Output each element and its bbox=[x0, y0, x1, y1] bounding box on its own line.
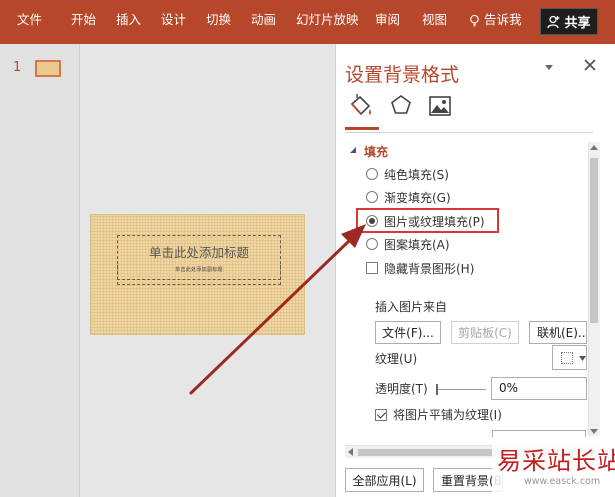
checkbox-label: 将图片平铺为纹理(I) bbox=[393, 408, 502, 422]
picture-icon[interactable] bbox=[429, 96, 451, 116]
fill-section-title[interactable]: 填充 bbox=[364, 143, 388, 160]
slider-thumb[interactable] bbox=[436, 384, 438, 395]
scroll-left-icon[interactable] bbox=[347, 448, 355, 456]
tab-view[interactable]: 视图 bbox=[422, 0, 447, 40]
scroll-down-icon[interactable] bbox=[590, 427, 598, 435]
scrollbar-thumb[interactable] bbox=[590, 158, 598, 323]
pane-divider bbox=[345, 132, 593, 133]
online-button[interactable]: 联机(E)... bbox=[529, 321, 587, 344]
pentagon-icon[interactable] bbox=[390, 94, 412, 116]
insert-picture-from-label: 插入图片来自 bbox=[375, 300, 448, 314]
tab-file[interactable]: 文件 bbox=[17, 0, 42, 40]
share-label: 共享 bbox=[564, 16, 591, 31]
apply-to-all-button[interactable]: 全部应用(L) bbox=[345, 468, 424, 492]
slide-editor: 单击此处添加标题 单击此处添加副标题 bbox=[81, 44, 334, 497]
tab-animations[interactable]: 动画 bbox=[251, 0, 276, 40]
radio-pattern-fill[interactable]: 图案填充(A) bbox=[366, 235, 450, 253]
tab-slideshow[interactable]: 幻灯片放映 bbox=[296, 0, 359, 40]
watermark-url: www.easck.com bbox=[524, 476, 601, 487]
lightbulb-icon bbox=[470, 14, 479, 26]
chevron-down-icon bbox=[579, 356, 586, 361]
watermark-text: 易采站长站 bbox=[497, 447, 615, 475]
subtitle-placeholder-text: 单击此处添加副标题 bbox=[175, 267, 223, 273]
file-button[interactable]: 文件(F)... bbox=[375, 321, 441, 344]
radio-button[interactable] bbox=[366, 191, 378, 203]
slide-thumbnail[interactable] bbox=[35, 60, 61, 77]
tab-review[interactable]: 审阅 bbox=[375, 0, 400, 40]
offset-input[interactable] bbox=[492, 430, 586, 437]
clipboard-button[interactable]: 剪贴板(C) bbox=[451, 321, 519, 344]
title-placeholder-text: 单击此处添加标题 bbox=[148, 245, 249, 260]
checkbox-label: 隐藏背景图形(H) bbox=[384, 261, 475, 276]
checkbox[interactable] bbox=[366, 262, 378, 274]
radio-gradient-fill[interactable]: 渐变填充(G) bbox=[366, 188, 451, 206]
tab-home[interactable]: 开始 bbox=[71, 0, 96, 40]
paint-bucket-icon[interactable] bbox=[348, 94, 374, 118]
transparency-label: 透明度(T) bbox=[375, 382, 428, 396]
slide-number: 1 bbox=[13, 60, 22, 75]
ribbon-bar: 文件 开始 插入 设计 切换 动画 幻灯片放映 审阅 视图 告诉我 共享 bbox=[0, 0, 615, 44]
radio-label: 纯色填充(S) bbox=[384, 167, 449, 182]
pane-title: 设置背景格式 bbox=[345, 64, 460, 86]
checkbox-checked[interactable] bbox=[375, 408, 387, 421]
person-icon bbox=[547, 15, 560, 28]
caret-collapse-icon[interactable] bbox=[349, 147, 357, 155]
tell-me-search[interactable]: 告诉我 bbox=[468, 0, 522, 40]
transparency-slider[interactable] bbox=[436, 389, 486, 390]
slide-thumbnail-pane: 1 bbox=[0, 44, 80, 497]
caret-down-icon[interactable] bbox=[543, 62, 555, 72]
format-background-pane: 设置背景格式 填充 纯色填充(S) 渐变填充(G) 图片或纹理填充(P) 图案填… bbox=[335, 44, 615, 497]
tab-insert[interactable]: 插入 bbox=[116, 0, 141, 40]
close-icon[interactable] bbox=[583, 58, 597, 72]
active-tab-indicator bbox=[345, 127, 379, 130]
tell-me-label: 告诉我 bbox=[484, 12, 522, 27]
checkbox-hide-background[interactable]: 隐藏背景图形(H) bbox=[366, 259, 474, 277]
checkbox-tile-picture[interactable]: 将图片平铺为纹理(I) bbox=[375, 406, 502, 423]
texture-swatch bbox=[561, 352, 573, 364]
texture-label: 纹理(U) bbox=[375, 352, 418, 366]
radio-label: 图案填充(A) bbox=[384, 237, 450, 252]
site-watermark: 易采站长站 www.easck.com bbox=[492, 438, 615, 497]
slide-canvas[interactable]: 单击此处添加标题 单击此处添加副标题 bbox=[90, 214, 305, 335]
radio-button[interactable] bbox=[366, 168, 378, 180]
tab-design[interactable]: 设计 bbox=[161, 0, 186, 40]
tab-transitions[interactable]: 切换 bbox=[206, 0, 231, 40]
scroll-up-icon[interactable] bbox=[590, 144, 598, 152]
radio-solid-fill[interactable]: 纯色填充(S) bbox=[366, 165, 449, 183]
offset-row bbox=[375, 430, 587, 437]
transparency-input[interactable]: 0% bbox=[491, 377, 587, 400]
highlight-box bbox=[356, 208, 499, 233]
share-button[interactable]: 共享 bbox=[540, 8, 598, 35]
fill-options-panel: 填充 纯色填充(S) 渐变填充(G) 图片或纹理填充(P) 图案填充(A) 隐藏… bbox=[336, 138, 587, 437]
radio-label: 渐变填充(G) bbox=[384, 190, 451, 205]
radio-button[interactable] bbox=[366, 238, 378, 250]
texture-picker[interactable] bbox=[552, 345, 587, 370]
subtitle-placeholder[interactable]: 单击此处添加副标题 bbox=[117, 265, 281, 285]
